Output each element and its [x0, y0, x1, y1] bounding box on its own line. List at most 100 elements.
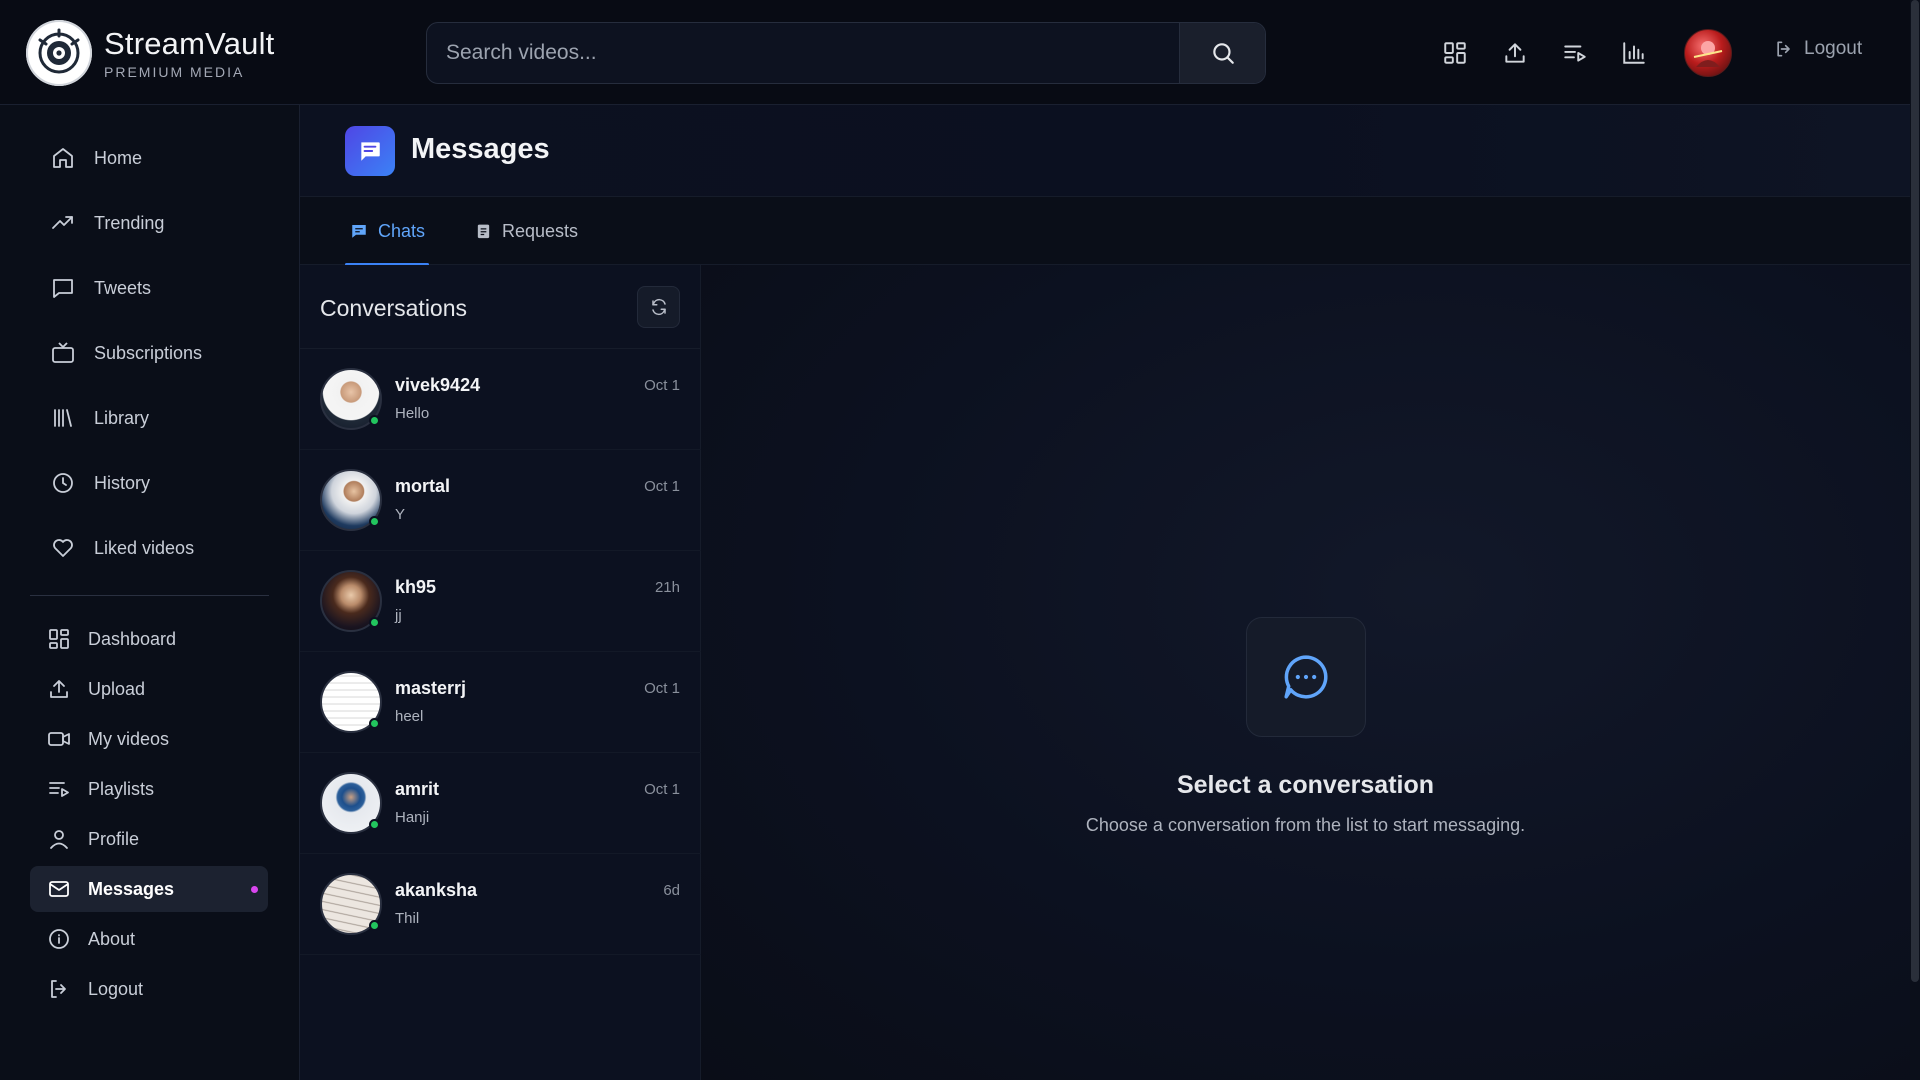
- empty-state-title: Select a conversation: [1176, 771, 1435, 799]
- main-content: Messages Chats Requests Conversations vi…: [300, 105, 1910, 1080]
- search-button[interactable]: [1179, 23, 1265, 83]
- upload-icon: [1505, 43, 1525, 63]
- sidebar-item-label: Tweets: [94, 277, 152, 298]
- brand-subtitle: PREMIUM MEDIA: [104, 63, 245, 80]
- conversation-item[interactable]: vivek9424 Hello Oct 1: [300, 349, 701, 450]
- sidebar-item-logout[interactable]: Logout: [30, 966, 268, 1012]
- conversation-name: amrit: [395, 779, 440, 799]
- online-status-dot: [369, 819, 380, 830]
- user-avatar[interactable]: [1684, 29, 1732, 77]
- sidebar-item-profile[interactable]: Profile: [30, 816, 268, 862]
- logout-label: Logout: [1804, 38, 1863, 59]
- search-input[interactable]: [427, 23, 1179, 83]
- page-header: Messages: [300, 105, 1910, 197]
- conversation-time: Oct 1: [644, 680, 680, 697]
- page-scrollbar[interactable]: [1910, 0, 1920, 1080]
- sidebar-item-label: Logout: [88, 978, 144, 999]
- sidebar-item-tweets[interactable]: Tweets: [30, 265, 268, 311]
- sidebar-item-liked-videos[interactable]: Liked videos: [30, 525, 268, 571]
- chat-area: Select a conversation Choose a conversat…: [701, 265, 1910, 1080]
- conversation-name: akanksha: [395, 880, 478, 900]
- avatar: [320, 873, 382, 935]
- mail-icon: [44, 874, 74, 904]
- conversation-time: Oct 1: [644, 781, 680, 798]
- chat-dots-icon: [1246, 617, 1366, 737]
- dashboard-button[interactable]: [1440, 38, 1470, 68]
- sidebar-item-playlists[interactable]: Playlists: [30, 766, 268, 812]
- conversation-name: kh95: [395, 577, 437, 597]
- message-tabs: Chats Requests: [300, 197, 1910, 266]
- conversation-last-message: heel: [395, 708, 424, 725]
- video-icon: [44, 724, 74, 754]
- empty-state-subtitle: Choose a conversation from the list to s…: [1085, 815, 1526, 835]
- conversation-item[interactable]: kh95 jj 21h: [300, 551, 701, 652]
- chat-bubble-icon: [48, 273, 78, 303]
- logout-button-top[interactable]: Logout: [1774, 38, 1862, 60]
- sidebar-item-label: Home: [94, 147, 143, 168]
- sidebar-item-library[interactable]: Library: [30, 395, 268, 441]
- sidebar-item-label: Dashboard: [88, 628, 177, 649]
- online-status-dot: [369, 920, 380, 931]
- message-square-icon: [345, 126, 395, 176]
- sidebar-item-label: About: [88, 928, 136, 949]
- sidebar: Home Trending Tweets Subscriptions Libra…: [0, 105, 300, 1080]
- conversation-last-message: jj: [395, 607, 402, 624]
- sidebar-divider: [30, 595, 269, 596]
- stats-icon: [1623, 42, 1645, 64]
- conversation-item[interactable]: amrit Hanji Oct 1: [300, 753, 701, 854]
- sidebar-item-dashboard[interactable]: Dashboard: [30, 616, 268, 662]
- sidebar-item-about[interactable]: About: [30, 916, 268, 962]
- user-icon: [44, 824, 74, 854]
- online-status-dot: [369, 516, 380, 527]
- home-icon: [48, 143, 78, 173]
- conversation-item[interactable]: akanksha Thil 6d: [300, 854, 701, 955]
- brand-name: StreamVault: [104, 25, 275, 61]
- refresh-button[interactable]: [637, 286, 680, 328]
- conversation-list: Conversations vivek9424 Hello Oct 1 mort…: [300, 265, 701, 1080]
- sidebar-item-messages[interactable]: Messages: [30, 866, 268, 912]
- conversation-item[interactable]: masterrj heel Oct 1: [300, 652, 701, 753]
- avatar: [320, 772, 382, 834]
- online-status-dot: [369, 415, 380, 426]
- conversation-name: vivek9424: [395, 375, 481, 395]
- sidebar-item-upload[interactable]: Upload: [30, 666, 268, 712]
- logo-icon: [26, 20, 92, 86]
- stats-button[interactable]: [1619, 38, 1649, 68]
- tab-requests[interactable]: Requests: [475, 197, 578, 265]
- sidebar-item-label: Trending: [94, 212, 165, 233]
- notification-dot: [251, 886, 258, 893]
- tab-chats[interactable]: Chats: [345, 197, 429, 266]
- online-status-dot: [369, 718, 380, 729]
- sidebar-item-trending[interactable]: Trending: [30, 200, 268, 246]
- sidebar-item-label: My videos: [88, 728, 170, 749]
- upload-button[interactable]: [1500, 38, 1530, 68]
- sidebar-item-label: Library: [94, 407, 150, 428]
- playlist-button[interactable]: [1560, 38, 1590, 68]
- heart-icon: [48, 533, 78, 563]
- conversation-time: Oct 1: [644, 478, 680, 495]
- library-icon: [48, 403, 78, 433]
- sidebar-item-home[interactable]: Home: [30, 135, 268, 181]
- avatar: [320, 368, 382, 430]
- conversation-name: mortal: [395, 476, 451, 496]
- conversation-list-header: Conversations: [300, 265, 701, 349]
- conversation-item[interactable]: mortal Y Oct 1: [300, 450, 701, 551]
- conversation-time: 6d: [663, 882, 680, 899]
- online-status-dot: [369, 617, 380, 628]
- sidebar-item-label: Upload: [88, 678, 146, 699]
- tab-label: Chats: [378, 220, 426, 241]
- trending-icon: [48, 208, 78, 238]
- scrollbar-thumb[interactable]: [1911, 0, 1919, 982]
- playlist-icon: [44, 774, 74, 804]
- sidebar-item-history[interactable]: History: [30, 460, 268, 506]
- logout-icon: [44, 974, 74, 1004]
- sidebar-item-my-videos[interactable]: My videos: [30, 716, 268, 762]
- brand[interactable]: StreamVault PREMIUM MEDIA: [26, 20, 274, 86]
- conversation-list-title: Conversations: [320, 295, 468, 321]
- sidebar-item-subscriptions[interactable]: Subscriptions: [30, 330, 268, 376]
- page-title: Messages: [411, 133, 550, 165]
- info-icon: [44, 924, 74, 954]
- sidebar-item-label: Messages: [88, 878, 175, 899]
- refresh-icon: [651, 298, 666, 316]
- logout-icon: [1777, 41, 1790, 57]
